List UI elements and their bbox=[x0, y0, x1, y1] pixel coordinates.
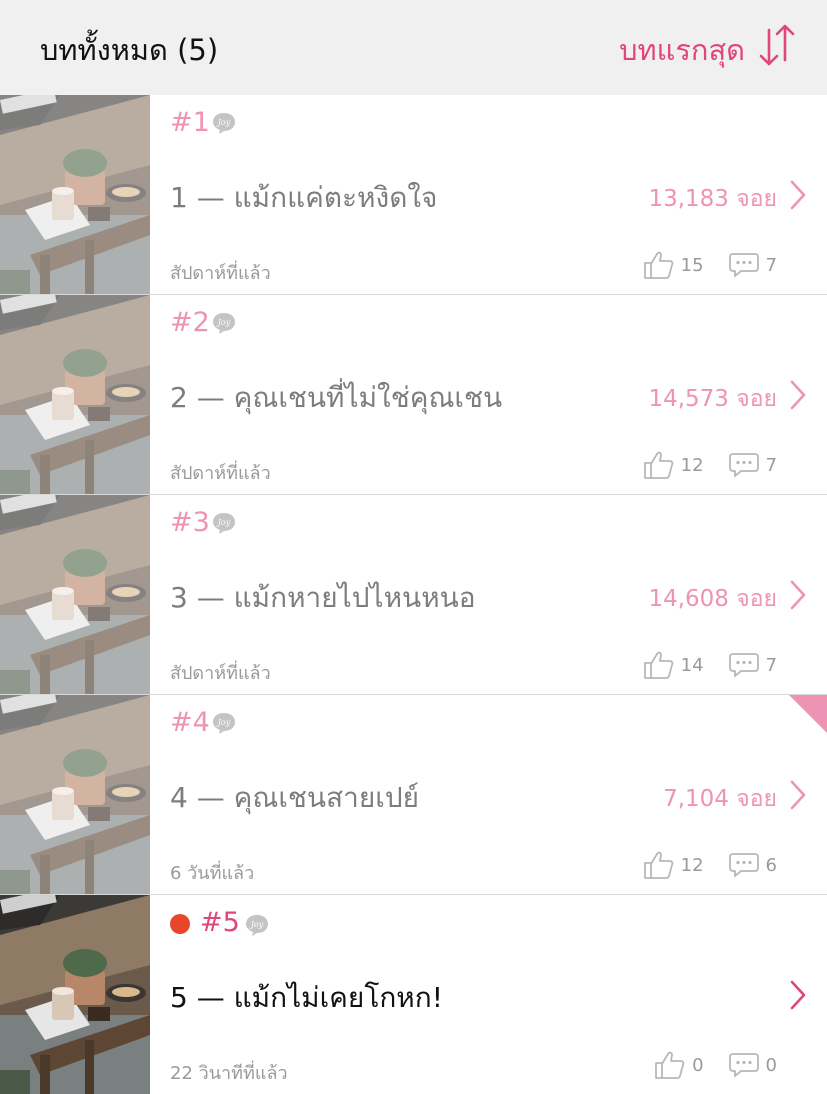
episode-time: 6 วันที่แล้ว bbox=[170, 863, 255, 884]
episode-stats: 14 7 bbox=[643, 648, 777, 682]
like-count: 15 bbox=[680, 254, 704, 276]
joy-badge-icon: Joy bbox=[246, 915, 268, 936]
comment-count: 0 bbox=[765, 1054, 777, 1076]
episode-view-count: 7,104 จอย bbox=[663, 786, 777, 812]
svg-text:Joy: Joy bbox=[216, 718, 231, 727]
like-count: 0 bbox=[692, 1054, 704, 1076]
comment-icon[interactable] bbox=[728, 1051, 760, 1079]
episode-title[interactable]: 2 — คุณเชนที่ไม่ใช่คุณเชน bbox=[170, 376, 502, 420]
joy-badge-icon: Joy bbox=[213, 713, 235, 734]
comment-count: 7 bbox=[765, 454, 777, 476]
episode-row-4[interactable]: #4 Joy 4 — คุณเชนสายเปย์ 7,104 จอย 6 วัน… bbox=[0, 695, 827, 895]
episode-time: สัปดาห์ที่แล้ว bbox=[170, 263, 271, 284]
like-count: 12 bbox=[680, 454, 704, 476]
sort-order-button[interactable]: บทแรกสุด bbox=[619, 27, 745, 73]
chevron-right-icon[interactable] bbox=[789, 979, 807, 1011]
svg-text:Joy: Joy bbox=[216, 318, 231, 327]
corner-flag bbox=[789, 695, 827, 733]
thumbs-up-icon[interactable] bbox=[654, 1049, 686, 1081]
svg-text:Joy: Joy bbox=[249, 920, 264, 929]
joy-badge-icon: Joy bbox=[213, 313, 235, 334]
episode-thumbnail bbox=[0, 695, 150, 894]
comment-count: 7 bbox=[765, 254, 777, 276]
episode-stats: 12 6 bbox=[643, 848, 777, 882]
new-episode-dot bbox=[170, 914, 190, 934]
like-count: 12 bbox=[680, 854, 704, 876]
episode-title[interactable]: 1 — แม้กแค่ตะหงิดใจ bbox=[170, 176, 437, 220]
sort-arrows-icon[interactable] bbox=[757, 22, 797, 68]
svg-text:Joy: Joy bbox=[216, 518, 231, 527]
episode-time: สัปดาห์ที่แล้ว bbox=[170, 663, 271, 684]
comment-icon[interactable] bbox=[728, 251, 760, 279]
episode-stats: 0 0 bbox=[654, 1048, 777, 1082]
episode-number: #4 bbox=[170, 707, 210, 738]
chevron-right-icon[interactable] bbox=[789, 379, 807, 411]
episode-view-count: 14,573 จอย bbox=[648, 386, 777, 412]
comment-count: 7 bbox=[765, 654, 777, 676]
episode-time: 22 วินาทีที่แล้ว bbox=[170, 1063, 288, 1084]
episode-title[interactable]: 3 — แม้กหายไปไหนหนอ bbox=[170, 576, 476, 620]
joy-badge-icon: Joy bbox=[213, 513, 235, 534]
episode-number: #2 bbox=[170, 307, 210, 338]
thumbs-up-icon[interactable] bbox=[643, 649, 675, 681]
episode-thumbnail bbox=[0, 295, 150, 494]
joy-badge-icon: Joy bbox=[213, 113, 235, 134]
thumbs-up-icon[interactable] bbox=[643, 449, 675, 481]
svg-text:Joy: Joy bbox=[216, 118, 231, 127]
episode-row-3[interactable]: #3 Joy 3 — แม้กหายไปไหนหนอ 14,608 จอย สั… bbox=[0, 495, 827, 695]
episode-thumbnail bbox=[0, 895, 150, 1094]
episode-time: สัปดาห์ที่แล้ว bbox=[170, 463, 271, 484]
episode-number: #1 bbox=[170, 107, 210, 138]
header-bar: บททั้งหมด (5) บทแรกสุด bbox=[0, 0, 827, 95]
episode-title[interactable]: 4 — คุณเชนสายเปย์ bbox=[170, 776, 419, 820]
thumbs-up-icon[interactable] bbox=[643, 249, 675, 281]
comment-icon[interactable] bbox=[728, 451, 760, 479]
episode-number: #3 bbox=[170, 507, 210, 538]
episode-number: #5 bbox=[200, 907, 240, 938]
comment-icon[interactable] bbox=[728, 651, 760, 679]
comment-count: 6 bbox=[765, 854, 777, 876]
episode-row-1[interactable]: #1 Joy 1 — แม้กแค่ตะหงิดใจ 13,183 จอย สั… bbox=[0, 95, 827, 295]
episode-row-2[interactable]: #2 Joy 2 — คุณเชนที่ไม่ใช่คุณเชน 14,573 … bbox=[0, 295, 827, 495]
chevron-right-icon[interactable] bbox=[789, 579, 807, 611]
chevron-right-icon[interactable] bbox=[789, 779, 807, 811]
episode-view-count: 14,608 จอย bbox=[648, 586, 777, 612]
episode-stats: 15 7 bbox=[643, 248, 777, 282]
episode-title[interactable]: 5 — แม้กไม่เคยโกหก! bbox=[170, 976, 443, 1020]
episode-view-count: 13,183 จอย bbox=[648, 186, 777, 212]
thumbs-up-icon[interactable] bbox=[643, 849, 675, 881]
episode-stats: 12 7 bbox=[643, 448, 777, 482]
episode-thumbnail bbox=[0, 95, 150, 294]
comment-icon[interactable] bbox=[728, 851, 760, 879]
chevron-right-icon[interactable] bbox=[789, 179, 807, 211]
page-title: บททั้งหมด (5) bbox=[40, 33, 219, 67]
episode-row-5[interactable]: #5 Joy 5 — แม้กไม่เคยโกหก! 22 วินาทีที่แ… bbox=[0, 895, 827, 1094]
episode-list: #1 Joy 1 — แม้กแค่ตะหงิดใจ 13,183 จอย สั… bbox=[0, 95, 827, 1094]
episode-thumbnail bbox=[0, 495, 150, 694]
like-count: 14 bbox=[680, 654, 704, 676]
